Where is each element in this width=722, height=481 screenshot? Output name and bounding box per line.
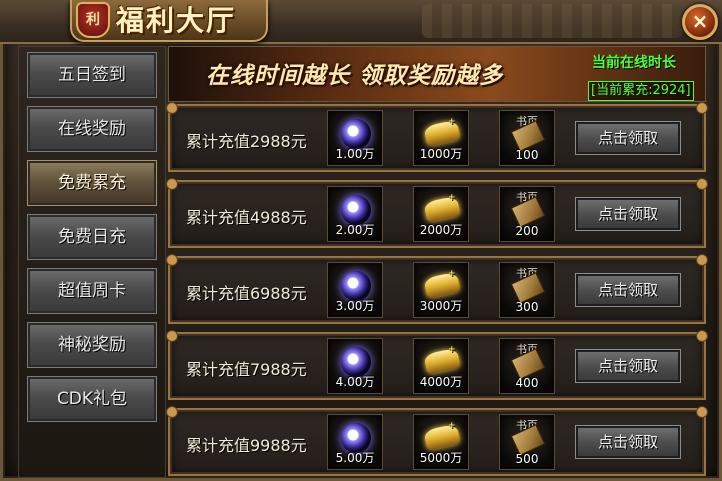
reward-slot-book[interactable]: 书页 100 [499, 110, 555, 166]
claim-button[interactable]: 点击领取 [575, 197, 681, 231]
reward-qty: 3.00万 [335, 299, 375, 313]
title-bar-ornament [422, 4, 682, 38]
reward-slot-orb[interactable]: 2.00万 [327, 186, 383, 242]
current-recharge-total: [当前累充:2924] [588, 81, 694, 101]
sidebar-item-online-reward[interactable]: 在线奖励 [27, 106, 157, 152]
reward-slot-ingot[interactable]: + 5000万 [413, 414, 469, 470]
reward-slot-ingot[interactable]: + 4000万 [413, 338, 469, 394]
reward-slot-book[interactable]: 书页 300 [499, 262, 555, 318]
reward-slot-ingot[interactable]: + 3000万 [413, 262, 469, 318]
reward-qty: 2.00万 [335, 223, 375, 237]
claim-button[interactable]: 点击领取 [575, 425, 681, 459]
reward-slot-book[interactable]: 书页 200 [499, 186, 555, 242]
reward-row-label: 累计充值6988元 [186, 284, 307, 303]
ingot-plus-icon: + [448, 345, 456, 355]
reward-qty: 400 [515, 376, 539, 390]
claim-button[interactable]: 点击领取 [575, 121, 681, 155]
reward-qty: 100 [515, 148, 539, 162]
sidebar-item-weekly-card[interactable]: 超值周卡 [27, 268, 157, 314]
reward-qty: 2000万 [419, 223, 463, 237]
ingot-plus-icon: + [448, 421, 456, 431]
window-title: 福利大厅 [116, 4, 237, 37]
reward-qty: 5000万 [419, 451, 463, 465]
close-icon[interactable]: × [682, 4, 718, 40]
reward-qty: 300 [515, 300, 539, 314]
reward-slot-book[interactable]: 书页 500 [499, 414, 555, 470]
reward-qty: 1000万 [419, 147, 463, 161]
ingot-plus-icon: + [448, 269, 456, 279]
sidebar: 五日签到 在线奖励 免费累充 免费日充 超值周卡 神秘奖励 CDK礼包 [18, 46, 166, 478]
reward-qty: 4.00万 [335, 375, 375, 389]
sidebar-item-five-day-signin[interactable]: 五日签到 [27, 52, 157, 98]
reward-slot-book[interactable]: 书页 400 [499, 338, 555, 394]
reward-slot-orb[interactable]: 3.00万 [327, 262, 383, 318]
reward-slot-orb[interactable]: 4.00万 [327, 338, 383, 394]
ingot-plus-icon: + [448, 193, 456, 203]
reward-row-label: 累计充值7988元 [186, 360, 307, 379]
sidebar-item-free-daily[interactable]: 免费日充 [27, 214, 157, 260]
reward-qty: 3000万 [419, 299, 463, 313]
reward-slot-orb[interactable]: 5.00万 [327, 414, 383, 470]
reward-slot-ingot[interactable]: + 1000万 [413, 110, 469, 166]
reward-slot-ingot[interactable]: + 2000万 [413, 186, 469, 242]
banner-slogan: 在线时间越长 领取奖励越多 [206, 62, 504, 89]
reward-qty: 1.00万 [335, 147, 375, 161]
reward-qty: 200 [515, 224, 539, 238]
reward-qty: 5.00万 [335, 451, 375, 465]
claim-button[interactable]: 点击领取 [575, 273, 681, 307]
reward-qty: 4000万 [419, 375, 463, 389]
sidebar-item-cdk-gift[interactable]: CDK礼包 [27, 376, 157, 422]
reward-row-label: 累计充值2988元 [186, 132, 307, 151]
title-emblem-icon: 利 [76, 2, 110, 38]
claim-button[interactable]: 点击领取 [575, 349, 681, 383]
reward-row-label: 累计充值4988元 [186, 208, 307, 227]
reward-slot-orb[interactable]: 1.00万 [327, 110, 383, 166]
ingot-plus-icon: + [448, 117, 456, 127]
reward-row-label: 累计充值9988元 [186, 436, 307, 455]
online-time-label: 当前在线时长 [592, 55, 676, 71]
sidebar-item-free-cumulative[interactable]: 免费累充 [27, 160, 157, 206]
reward-qty: 500 [515, 452, 539, 466]
sidebar-item-mystery-reward[interactable]: 神秘奖励 [27, 322, 157, 368]
